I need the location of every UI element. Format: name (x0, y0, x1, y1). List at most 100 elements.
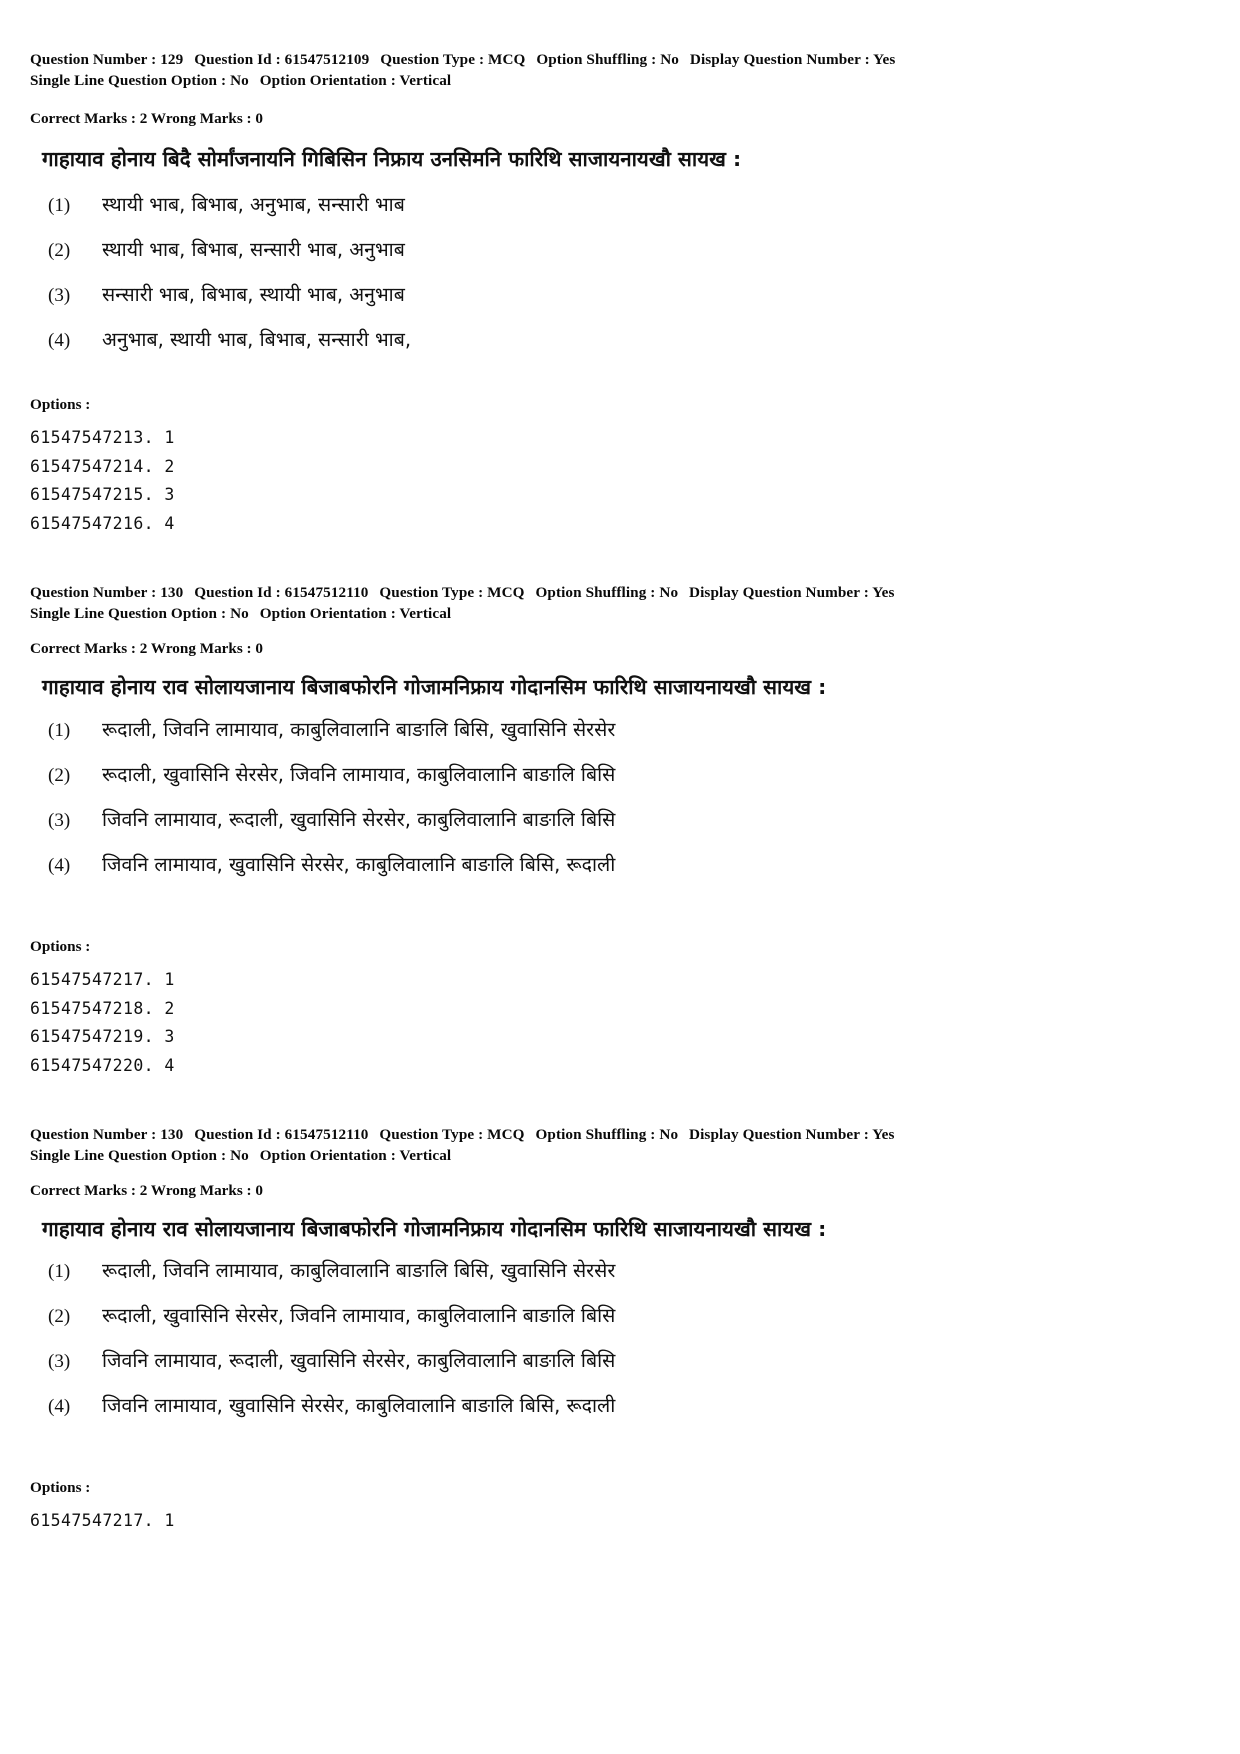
value-question-type: MCQ (488, 51, 526, 68)
choice-number: (3) (48, 285, 71, 306)
marks-line: Correct Marks : 2 Wrong Marks : 0 (30, 1181, 263, 1201)
value-option-orientation: Vertical (399, 1146, 452, 1164)
choice-text: अनुभाब, स्थायी भाब, बिभाब, सन्सारी भाब, (102, 328, 412, 351)
label-option-orientation: Option Orientation : (259, 1146, 396, 1164)
choice-text: रूदाली, जिवनि लामायाव, काबुलिवालानि बाङा… (102, 718, 616, 741)
value-question-number: 129 (160, 51, 184, 68)
choice-item[interactable]: (4) जिवनि लामायाव, खुवासिनि सेरसेर, काबु… (30, 1391, 615, 1418)
option-id: 61547547217. 1 (30, 1511, 175, 1530)
label-wrong-marks: Wrong Marks : (150, 110, 252, 127)
question-stem-container: गाहायाव होनाय राव सोलायजानाय बिजाबफोरनि … (30, 1214, 826, 1244)
question-meta-header: Question Number : 129 Question Id : 6154… (30, 50, 895, 91)
option-id: 61547547220. 4 (30, 1055, 175, 1075)
choice-item[interactable]: (2) रूदाली, खुवासिनि सेरसेर, जिवनि लामाय… (30, 1301, 615, 1328)
value-option-orientation: Vertical (399, 71, 452, 89)
question-stem: गाहायाव होनाय राव सोलायजानाय बिजाबफोरनि … (42, 1217, 827, 1241)
option-id: 61547547218. 2 (30, 998, 175, 1018)
choice-text: रूदाली, खुवासिनि सेरसेर, जिवनि लामायाव, … (102, 763, 616, 786)
choice-number: (4) (48, 855, 71, 876)
question-stem: गाहायाव होनाय बिदै सोर्मांजनायनि गिबिसिन… (42, 147, 742, 171)
choice-item[interactable]: (1) स्थायी भाब, बिभाब, अनुभाब, सन्सारी भ… (30, 190, 411, 217)
marks-line: Correct Marks : 2 Wrong Marks : 0 (30, 109, 263, 129)
label-question-type: Question Type : (379, 584, 484, 601)
label-question-number: Question Number : (30, 584, 157, 601)
choice-item[interactable]: (3) जिवनि लामायाव, रूदाली, खुवासिनि सेरस… (30, 805, 615, 832)
marks-line: Correct Marks : 2 Wrong Marks : 0 (30, 639, 263, 659)
document-page: Question Number : 129 Question Id : 6154… (0, 0, 1240, 1754)
option-id: 61547547216. 4 (30, 513, 175, 533)
options-heading: Options : (30, 938, 91, 955)
choice-item[interactable]: (3) जिवनि लामायाव, रूदाली, खुवासिनि सेरस… (30, 1346, 615, 1373)
choice-item[interactable]: (1) रूदाली, जिवनि लामायाव, काबुलिवालानि … (30, 715, 615, 742)
value-single-line-question-option: No (230, 71, 249, 89)
choice-item[interactable]: (1) रूदाली, जिवनि लामायाव, काबुलिवालानि … (30, 1256, 615, 1283)
question-stem-container: गाहायाव होनाय बिदै सोर्मांजनायनि गिबिसिन… (30, 144, 741, 174)
choice-text: रूदाली, खुवासिनि सेरसेर, जिवनि लामायाव, … (102, 1304, 616, 1327)
question-meta-header: Question Number : 130 Question Id : 6154… (30, 583, 895, 624)
option-id-list: Options : 61547547217. 1 61547547218. 2 … (30, 938, 175, 1080)
choice-list: (1) रूदाली, जिवनि लामायाव, काबुलिवालानि … (30, 715, 615, 895)
choice-number: (3) (48, 1351, 71, 1372)
value-display-question-number: Yes (873, 51, 896, 68)
label-question-number: Question Number : (30, 1126, 157, 1143)
value-question-id: 61547512110 (284, 1126, 369, 1143)
value-correct-marks: 2 (139, 640, 148, 657)
value-wrong-marks: 0 (255, 640, 264, 657)
value-wrong-marks: 0 (255, 110, 264, 127)
value-option-orientation: Vertical (399, 604, 452, 622)
label-question-id: Question Id : (194, 51, 281, 68)
label-wrong-marks: Wrong Marks : (150, 1182, 252, 1199)
value-option-shuffling: No (659, 584, 679, 601)
label-question-type: Question Type : (379, 1126, 484, 1143)
label-question-number: Question Number : (30, 51, 157, 68)
choice-text: स्थायी भाब, बिभाब, सन्सारी भाब, अनुभाब (102, 238, 405, 261)
choice-number: (2) (48, 240, 71, 261)
value-single-line-question-option: No (230, 1146, 249, 1164)
question-stem: गाहायाव होनाय राव सोलायजानाय बिजाबफोरनि … (42, 675, 827, 699)
choice-item[interactable]: (2) रूदाली, खुवासिनि सेरसेर, जिवनि लामाय… (30, 760, 615, 787)
options-heading: Options : (30, 396, 91, 413)
label-display-question-number: Display Question Number : (689, 584, 869, 601)
choice-item[interactable]: (4) जिवनि लामायाव, खुवासिनि सेरसेर, काबु… (30, 850, 615, 877)
value-question-number: 130 (160, 1126, 184, 1143)
label-option-orientation: Option Orientation : (259, 71, 396, 89)
value-question-type: MCQ (487, 584, 525, 601)
value-question-id: 61547512110 (284, 584, 369, 601)
choice-list: (1) स्थायी भाब, बिभाब, अनुभाब, सन्सारी भ… (30, 190, 411, 370)
choice-item[interactable]: (3) सन्सारी भाब, बिभाब, स्थायी भाब, अनुभ… (30, 280, 411, 307)
value-correct-marks: 2 (139, 1182, 148, 1199)
choice-number: (2) (48, 1306, 71, 1327)
value-single-line-question-option: No (230, 604, 249, 622)
value-display-question-number: Yes (872, 1126, 895, 1143)
choice-text: जिवनि लामायाव, रूदाली, खुवासिनि सेरसेर, … (102, 808, 616, 831)
label-question-type: Question Type : (380, 51, 485, 68)
value-wrong-marks: 0 (255, 1182, 264, 1199)
option-id: 61547547219. 3 (30, 1027, 175, 1046)
choice-number: (1) (48, 720, 71, 741)
choice-text: जिवनि लामायाव, खुवासिनि सेरसेर, काबुलिवा… (102, 853, 616, 876)
choice-number: (4) (48, 1396, 71, 1417)
choice-list: (1) रूदाली, जिवनि लामायाव, काबुलिवालानि … (30, 1256, 615, 1436)
label-option-orientation: Option Orientation : (259, 604, 396, 622)
value-option-shuffling: No (659, 1126, 679, 1143)
choice-number: (1) (48, 1261, 71, 1282)
choice-item[interactable]: (4) अनुभाब, स्थायी भाब, बिभाब, सन्सारी भ… (30, 325, 411, 352)
label-display-question-number: Display Question Number : (689, 1126, 869, 1143)
label-single-line-question-option: Single Line Question Option : (30, 604, 227, 622)
question-stem-container: गाहायाव होनाय राव सोलायजानाय बिजाबफोरनि … (30, 672, 826, 702)
label-correct-marks: Correct Marks : (30, 110, 136, 127)
choice-number: (1) (48, 195, 71, 216)
value-correct-marks: 2 (139, 110, 148, 127)
value-question-type: MCQ (487, 1126, 525, 1143)
value-question-number: 130 (160, 584, 184, 601)
label-display-question-number: Display Question Number : (689, 51, 870, 68)
label-option-shuffling: Option Shuffling : (536, 51, 657, 68)
question-meta-header: Question Number : 130 Question Id : 6154… (30, 1125, 895, 1166)
options-heading: Options : (30, 1479, 91, 1496)
choice-item[interactable]: (2) स्थायी भाब, बिभाब, सन्सारी भाब, अनुभ… (30, 235, 411, 262)
label-option-shuffling: Option Shuffling : (535, 1126, 656, 1143)
choice-text: जिवनि लामायाव, रूदाली, खुवासिनि सेरसेर, … (102, 1349, 616, 1372)
option-id: 61547547213. 1 (30, 428, 175, 447)
label-question-id: Question Id : (194, 584, 281, 601)
choice-number: (4) (48, 330, 71, 351)
